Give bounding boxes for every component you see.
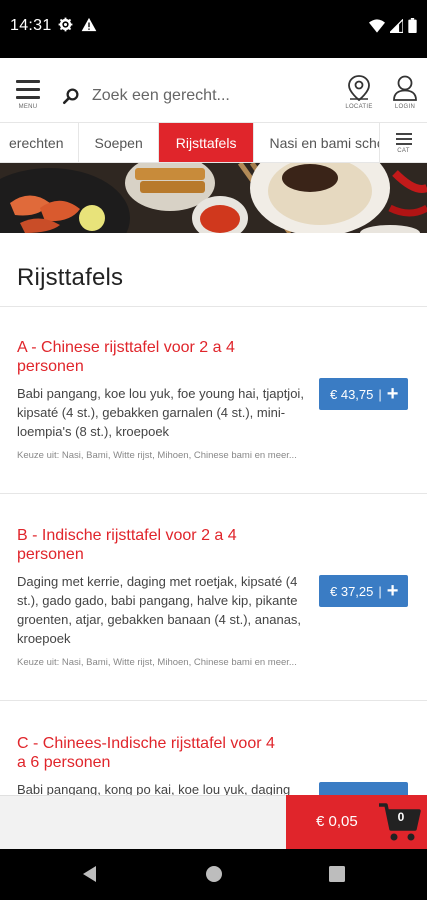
menu-button[interactable]: MENU [8,74,48,118]
location-label: LOCATIE [345,104,373,110]
add-to-cart-button-b[interactable]: € 37,25 | + [319,575,408,607]
dish-title: C - Chinees-Indische rijsttafel voor 4 a… [17,735,275,771]
plus-icon: + [386,383,399,405]
tab-gerechten[interactable]: erechten [0,123,80,162]
login-label: LOGIN [394,104,416,110]
home-icon[interactable] [205,865,223,883]
battery-icon [408,18,417,33]
divider [0,306,427,307]
status-time: 14:31 [10,17,52,34]
login-button[interactable]: LOGIN [386,74,424,120]
category-menu-button[interactable]: CAT [379,123,427,162]
dish-title: A - Chinese rijsttafel voor 2 a 4 person… [17,339,235,375]
wifi-icon [369,18,385,33]
signal-icon [390,18,403,33]
search-icon [62,88,79,105]
dish-description: Daging met kerrie, daging met roetjak, k… [17,574,302,646]
tab-soepen[interactable]: Soepen [79,123,159,162]
banner-food-image [0,163,427,233]
plus-icon: + [386,580,399,602]
category-menu-label: CAT [397,148,410,154]
hamburger-icon [395,133,412,145]
cart-button[interactable]: € 0,05 0 [286,795,427,849]
dish-options: Keuze uit: Nasi, Bami, Witte rijst, Miho… [17,657,297,668]
add-to-cart-button-a[interactable]: € 43,75 | + [319,378,408,410]
page-title: Rijsttafels [17,264,124,291]
location-button[interactable]: LOCATIE [340,74,378,120]
app-header: MENU LOCATIE LOGIN [0,68,427,123]
dish-title: B - Indische rijsttafel voor 2 a 4 perso… [17,527,237,563]
status-bar: 14:31 [0,0,427,58]
search-input[interactable] [92,87,322,105]
price-label: € 43,75 [330,386,374,402]
hamburger-icon [16,80,40,99]
divider [0,493,427,494]
category-tabs: erechten Soepen Rijsttafels Nasi en bami… [0,123,416,162]
user-icon [393,75,417,101]
system-nav-bar [0,849,427,900]
tab-rijsttafels[interactable]: Rijsttafels [158,123,255,162]
banner-illustration [0,163,427,233]
dish-options: Keuze uit: Nasi, Bami, Witte rijst, Miho… [17,450,297,461]
dish-description: Babi pangang, koe lou yuk, foe young hai… [17,386,304,439]
menu-label: MENU [18,104,38,110]
location-pin-icon [348,75,370,102]
category-bar: erechten Soepen Rijsttafels Nasi en bami… [0,123,427,163]
search-bar [62,81,332,111]
settings-gear-icon [58,17,73,32]
back-icon[interactable] [81,865,99,883]
price-separator: | [378,386,382,402]
price-label: € 37,25 [330,583,374,599]
price-separator: | [378,583,382,599]
cart-count-badge: 0 [397,810,405,824]
warning-icon [81,17,97,32]
divider [0,700,427,701]
cart-total: € 0,05 [316,813,358,830]
recents-icon[interactable] [329,866,345,882]
